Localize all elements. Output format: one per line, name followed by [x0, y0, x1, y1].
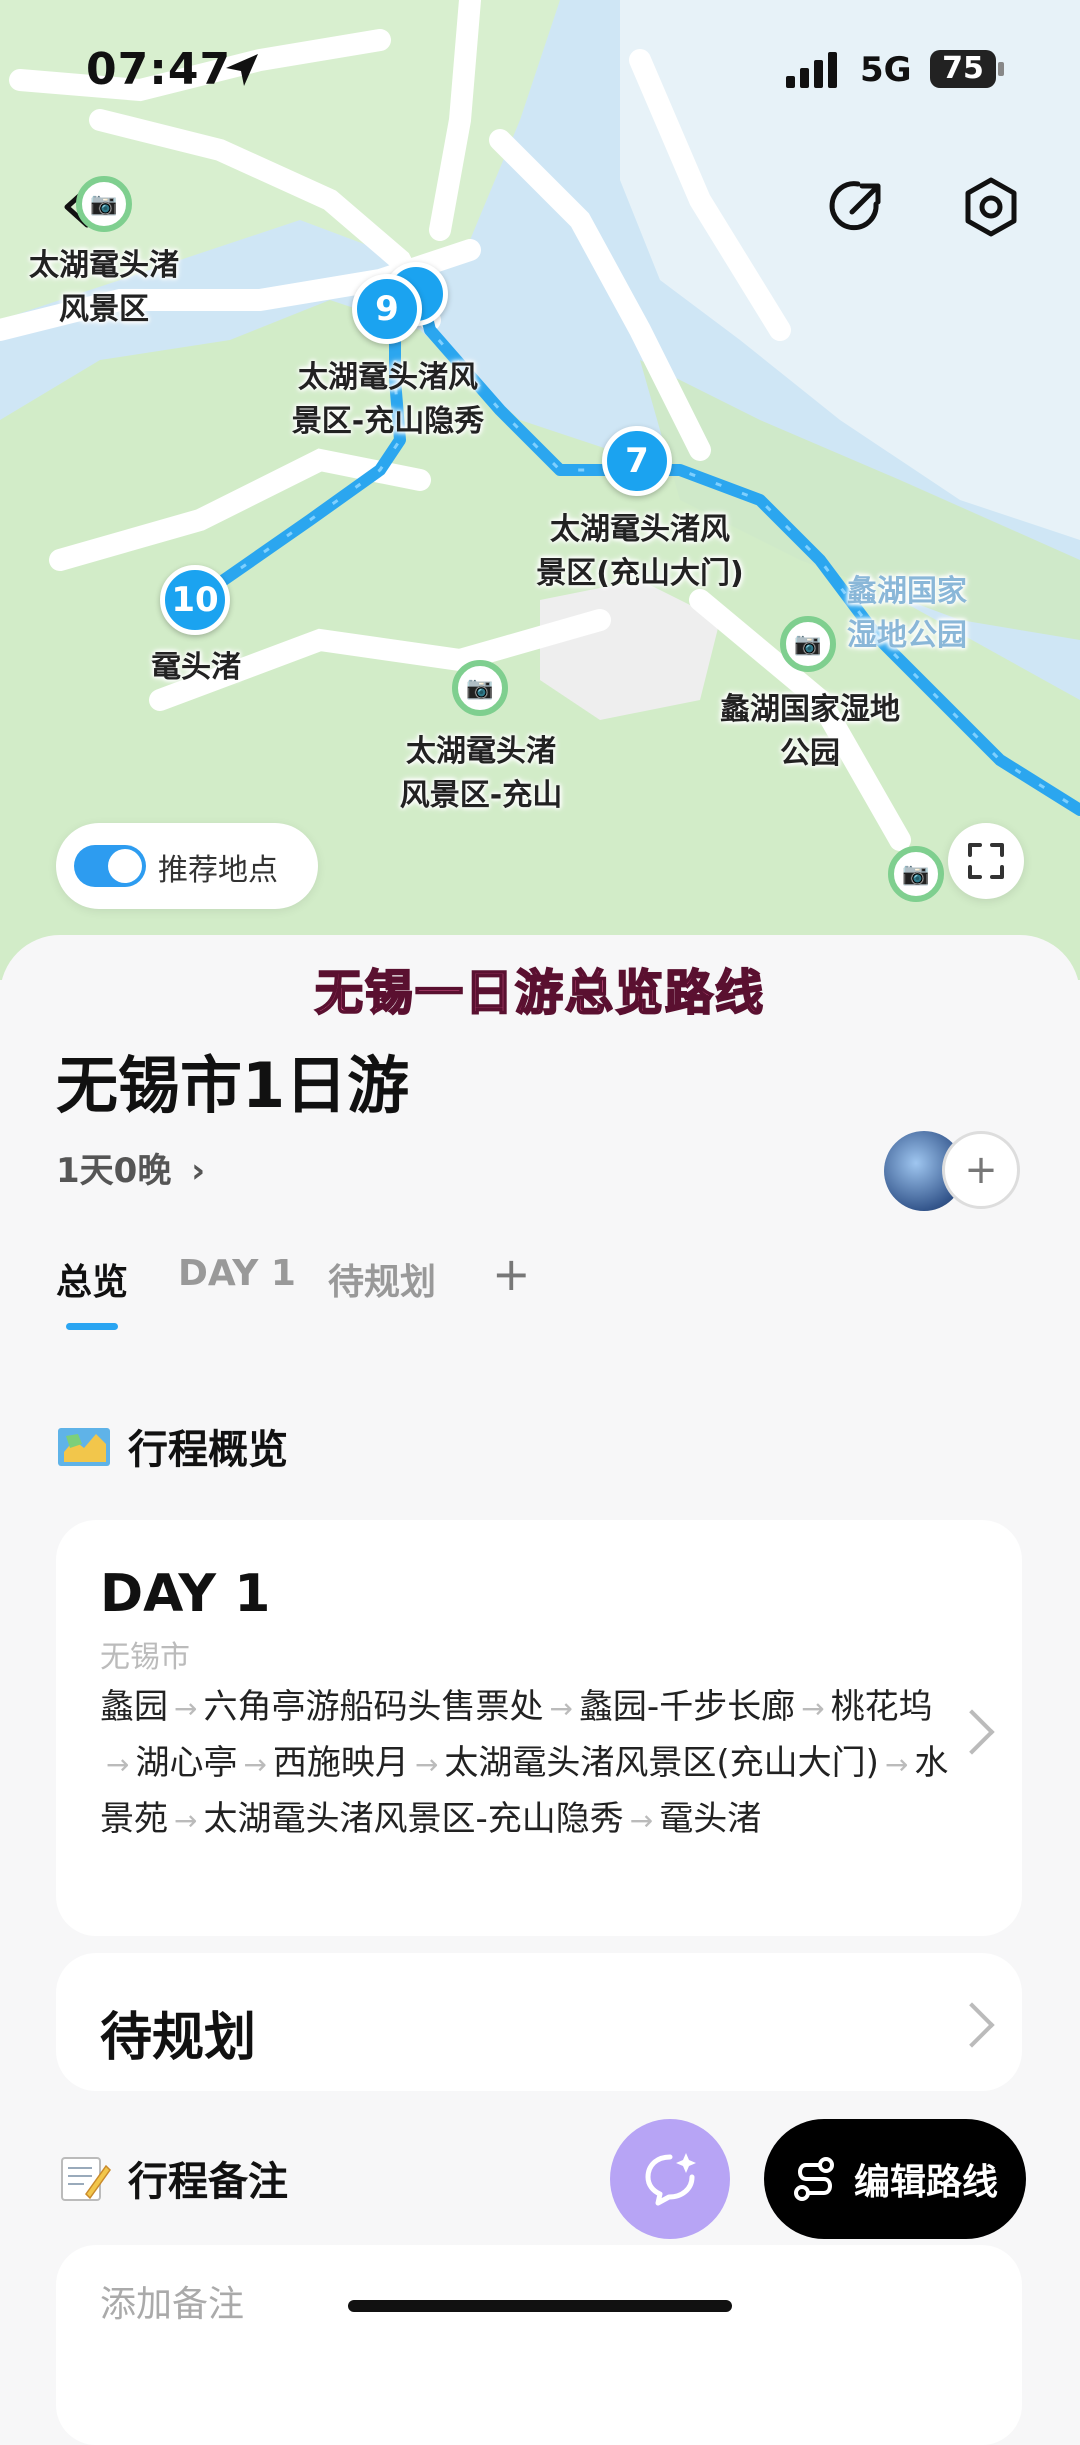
hexagon-settings-icon: [965, 177, 1017, 237]
toggle-switch[interactable]: [74, 845, 146, 887]
camera-pin-icon[interactable]: 📷: [888, 846, 944, 902]
share-button[interactable]: [822, 172, 892, 242]
battery-level: 75: [930, 50, 996, 88]
ai-assistant-button[interactable]: [610, 2119, 730, 2239]
day-route: 蠡园 → 六角亭游船码头售票处 → 蠡园-千步长廊 → 桃花坞→ 湖心亭 → 西施映月 → 太湖鼋头渚…: [100, 1680, 960, 1848]
route-stop: 蠡园-千步长廊: [578, 1687, 796, 1727]
chevron-right-icon: [949, 2002, 995, 2048]
overview-heading: 行程概览: [56, 1417, 288, 1475]
fullscreen-button[interactable]: [948, 823, 1024, 899]
route-stop: 太湖鼋头渚风景区(充山大门): [444, 1743, 879, 1783]
signal-icon: [786, 52, 837, 88]
route-arrow-icon: →: [243, 1748, 267, 1781]
route-stop: 鼋头渚: [659, 1799, 762, 1839]
camera-pin-icon[interactable]: 📷: [780, 616, 836, 672]
area-label: 蠡湖国家 湿地公园: [847, 574, 967, 653]
home-indicator[interactable]: [348, 2300, 732, 2312]
route-arrow-icon: →: [801, 1692, 825, 1725]
route-arrow-icon: →: [549, 1692, 573, 1725]
battery-icon: 75: [930, 50, 1006, 88]
route-stop: 六角亭游船码头售票处: [203, 1687, 544, 1727]
tab-day1[interactable]: DAY 1: [178, 1253, 296, 1294]
recommend-places-toggle[interactable]: 推荐地点: [56, 823, 318, 909]
pending-label: 待规划: [100, 2008, 257, 2068]
route-arrow-icon: →: [174, 1692, 198, 1725]
overlay-caption: 无锡一日游总览路线: [314, 964, 765, 1022]
place-label[interactable]: 鼋头渚: [130, 646, 262, 690]
route-pin[interactable]: 10: [160, 565, 230, 635]
memo-emoji-icon: [61, 2157, 111, 2201]
route-stop: 湖心亭: [135, 1743, 238, 1783]
add-member-button[interactable]: +: [942, 1131, 1020, 1209]
tab-overview[interactable]: 总览: [56, 1253, 128, 1305]
notes-heading: 行程备注: [56, 2149, 288, 2207]
route-stop: 太湖鼋头渚风景区-充山隐秀: [203, 1799, 624, 1839]
place-label[interactable]: 蠡湖国家湿地 公园: [700, 688, 920, 776]
pending-card[interactable]: 待规划: [56, 1953, 1022, 2091]
trip-sheet: 无锡一日游总览路线 无锡市1日游 1天0晚 › + 总览 DAY 1 待规划 +…: [0, 935, 1080, 2445]
trip-title[interactable]: 无锡市1日游: [56, 1035, 409, 1125]
day-city: 无锡市: [100, 1640, 190, 1675]
day-title: DAY 1: [100, 1564, 271, 1624]
day-card[interactable]: DAY 1 无锡市 蠡园 → 六角亭游船码头售票处 → 蠡园-千步长廊 → 桃花坞→ 湖心亭 →…: [56, 1520, 1022, 1936]
edit-route-label: 编辑路线: [853, 2162, 998, 2203]
route-stop: 西施映月: [272, 1743, 409, 1783]
tab-pending[interactable]: 待规划: [328, 1253, 436, 1305]
status-bar: 07:47 5G 75: [0, 44, 1080, 104]
toggle-label: 推荐地点: [158, 853, 278, 888]
place-label[interactable]: 太湖鼋头渚风 景区-充山隐秀: [268, 356, 508, 444]
place-label[interactable]: 太湖鼋头渚风 景区(充山大门): [522, 508, 758, 596]
route-pin[interactable]: 9: [352, 274, 422, 344]
route-stop: 桃花坞: [830, 1687, 933, 1727]
notes-placeholder: 添加备注: [100, 2284, 245, 2325]
camera-pin-icon[interactable]: 📷: [452, 660, 508, 716]
trip-duration[interactable]: 1天0晚 ›: [56, 1143, 205, 1192]
route-arrow-icon: →: [884, 1748, 909, 1781]
route-arrow-icon: →: [414, 1748, 439, 1781]
chevron-right-icon: ›: [191, 1151, 206, 1191]
location-arrow-icon: [226, 54, 258, 86]
notes-input[interactable]: 添加备注: [56, 2245, 1022, 2445]
settings-button[interactable]: [956, 172, 1026, 242]
tab-add-button[interactable]: +: [492, 1247, 531, 1301]
route-arrow-icon: →: [174, 1804, 198, 1837]
route-arrow-icon: →: [106, 1748, 130, 1781]
place-label[interactable]: 太湖鼋头渚 风景区-充山: [376, 730, 586, 818]
trip-duration-text: 1天0晚: [56, 1151, 172, 1191]
route-icon: [793, 2157, 834, 2201]
route-pin[interactable]: 7: [602, 426, 672, 496]
map-emoji-icon: [58, 1428, 110, 1466]
map-view[interactable]: 07:47 5G 75 📷 📷 📷 📷 9 7 10 太湖鼋头渚 风景区 太湖鼋…: [0, 0, 1080, 980]
active-tab-indicator: [66, 1323, 118, 1330]
share-icon: [829, 181, 881, 231]
place-label[interactable]: 太湖鼋头渚 风景区: [6, 244, 202, 332]
edit-route-button[interactable]: 编辑路线: [764, 2119, 1026, 2239]
chat-sparkle-icon: [645, 2153, 696, 2206]
camera-pin-icon[interactable]: 📷: [76, 176, 132, 232]
fullscreen-icon: [968, 843, 1004, 879]
route-arrow-icon: →: [629, 1804, 654, 1837]
route-stop: 蠡园: [100, 1687, 168, 1727]
status-time: 07:47: [86, 44, 232, 95]
network-type: 5G: [860, 50, 912, 90]
notes-heading-text: 行程备注: [128, 2159, 288, 2205]
overview-heading-text: 行程概览: [128, 1427, 288, 1473]
